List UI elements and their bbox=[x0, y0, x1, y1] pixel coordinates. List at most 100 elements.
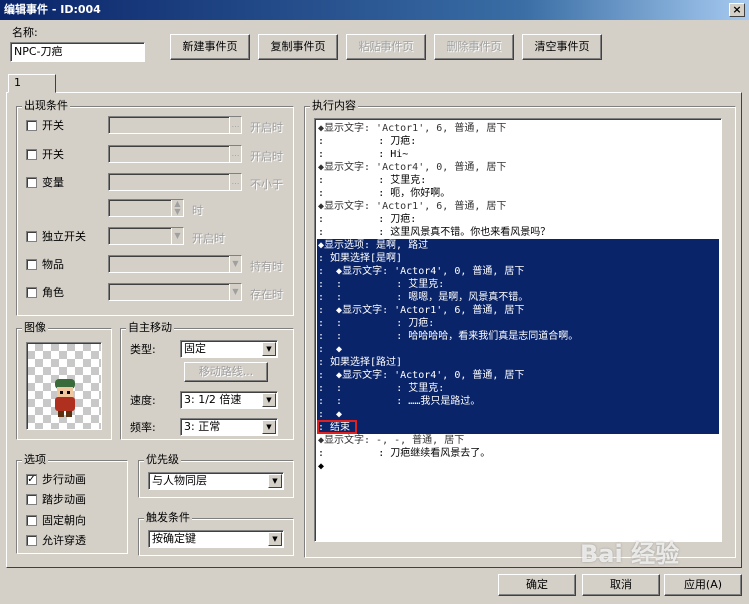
switch1-label: 开关 bbox=[42, 119, 64, 132]
watermark-logo: Bai 经验 bbox=[580, 540, 680, 568]
command-line[interactable]: : : : 哈哈哈哈，看来我们真是志同道合啊。 bbox=[318, 330, 718, 343]
cancel-button[interactable]: 取消 bbox=[582, 574, 660, 596]
ellipsis-icon: … bbox=[229, 117, 241, 133]
command-line[interactable]: : ◆显示文字: 'Actor4', 0, 普通, 居下 bbox=[318, 369, 718, 382]
trigger-title: 触发条件 bbox=[144, 511, 192, 524]
ok-button[interactable]: 确定 bbox=[498, 574, 576, 596]
switch2-checkbox[interactable] bbox=[26, 149, 37, 160]
apply-button[interactable]: 应用(A) bbox=[664, 574, 742, 596]
command-line[interactable]: : 如果选择[是啊] bbox=[318, 252, 718, 265]
name-input[interactable]: NPC-刀疤 bbox=[10, 42, 145, 62]
autonomous-title: 自主移动 bbox=[126, 321, 174, 334]
self-switch-suffix: 开启时 bbox=[192, 232, 225, 245]
frequency-value: 3: 正常 bbox=[184, 420, 221, 433]
chevron-down-icon: ▼ bbox=[262, 420, 276, 434]
spin-arrows-icon: ▲ ▼ bbox=[171, 200, 183, 216]
chevron-down-icon: ▼ bbox=[262, 342, 276, 356]
step-anim-checkbox[interactable] bbox=[26, 494, 37, 505]
command-line[interactable]: : ◆显示文字: 'Actor4', 0, 普通, 居下 bbox=[318, 265, 718, 278]
command-line[interactable]: : : : 艾里克: bbox=[318, 382, 718, 395]
switch2-suffix: 开启时 bbox=[250, 150, 283, 163]
command-line[interactable]: : : 刀疤: bbox=[318, 213, 718, 226]
execution-list[interactable]: ◆显示文字: 'Actor1', 6, 普通, 居下: : 刀疤:: : Hi~… bbox=[314, 118, 722, 542]
switch2-field[interactable]: … bbox=[108, 145, 242, 163]
variable-suffix: 不小于 bbox=[250, 178, 283, 191]
move-type-label: 类型: bbox=[130, 343, 156, 356]
trigger-select[interactable]: 按确定键 ▼ bbox=[148, 530, 284, 548]
tab-page-1[interactable]: 1 bbox=[8, 74, 56, 93]
command-line[interactable]: : : 刀疤: bbox=[318, 135, 718, 148]
command-line[interactable]: : ◆ bbox=[318, 343, 718, 356]
walk-anim-checkbox[interactable]: ✓ bbox=[26, 474, 37, 485]
actor-checkbox[interactable] bbox=[26, 287, 37, 298]
graphic-title: 图像 bbox=[22, 321, 48, 334]
frequency-select[interactable]: 3: 正常 ▼ bbox=[180, 418, 278, 436]
actor-select[interactable]: ▼ bbox=[108, 283, 242, 301]
clear-page-button[interactable]: 清空事件页 bbox=[522, 34, 602, 60]
ellipsis-icon: … bbox=[229, 174, 241, 190]
variable-unit: 时 bbox=[192, 204, 203, 217]
command-line[interactable]: ◆显示文字: 'Actor4', 0, 普通, 居下 bbox=[318, 161, 718, 174]
copy-page-button[interactable]: 复制事件页 bbox=[258, 34, 338, 60]
paste-page-button[interactable]: 粘贴事件页 bbox=[346, 34, 426, 60]
priority-title: 优先级 bbox=[144, 453, 181, 466]
options-title: 选项 bbox=[22, 453, 48, 466]
variable-field[interactable]: … bbox=[108, 173, 242, 191]
through-checkbox[interactable] bbox=[26, 535, 37, 546]
command-line[interactable]: : 结束 bbox=[318, 421, 718, 434]
new-page-button[interactable]: 新建事件页 bbox=[170, 34, 250, 60]
command-line[interactable]: ◆显示选项: 是啊, 路过 bbox=[318, 239, 718, 252]
command-line[interactable]: : : 这里风景真不错。你也来看风景吗？ bbox=[318, 226, 718, 239]
variable-value-spinner[interactable]: ▲ ▼ bbox=[108, 199, 184, 217]
priority-select[interactable]: 与人物同层 ▼ bbox=[148, 472, 284, 490]
move-route-button[interactable]: 移动路线... bbox=[184, 362, 268, 382]
chevron-down-icon: ▼ bbox=[262, 393, 276, 407]
character-graphic[interactable] bbox=[26, 342, 102, 430]
name-label: 名称: bbox=[12, 26, 38, 39]
trigger-value: 按确定键 bbox=[152, 532, 196, 545]
close-icon[interactable]: × bbox=[729, 3, 745, 17]
command-line[interactable]: : 如果选择[路过] bbox=[318, 356, 718, 369]
command-line[interactable]: ◆ bbox=[318, 460, 718, 473]
item-suffix: 持有时 bbox=[250, 260, 283, 273]
self-switch-checkbox[interactable] bbox=[26, 231, 37, 242]
switch1-checkbox[interactable] bbox=[26, 120, 37, 131]
command-line[interactable]: : : Hi~ bbox=[318, 148, 718, 161]
switch2-label: 开关 bbox=[42, 148, 64, 161]
switch1-field[interactable]: … bbox=[108, 116, 242, 134]
command-line[interactable]: : : : 艾里克: bbox=[318, 278, 718, 291]
actor-label: 角色 bbox=[42, 286, 64, 299]
command-line[interactable]: : : 呃，你好啊。 bbox=[318, 187, 718, 200]
command-line[interactable]: : ◆ bbox=[318, 408, 718, 421]
self-switch-select[interactable]: ▼ bbox=[108, 227, 184, 245]
variable-label: 变量 bbox=[42, 176, 64, 189]
speed-select[interactable]: 3: 1/2 倍速 ▼ bbox=[180, 391, 278, 409]
command-line[interactable]: : : : 刀疤: bbox=[318, 317, 718, 330]
command-line[interactable]: ◆显示文字: 'Actor1', 6, 普通, 居下 bbox=[318, 200, 718, 213]
variable-checkbox[interactable] bbox=[26, 177, 37, 188]
item-label: 物品 bbox=[42, 258, 64, 271]
speed-label: 速度: bbox=[130, 394, 156, 407]
item-select[interactable]: ▼ bbox=[108, 255, 242, 273]
tab-label: 1 bbox=[14, 76, 21, 89]
command-line[interactable]: ◆显示文字: -, -, 普通, 居下 bbox=[318, 434, 718, 447]
walk-anim-label: 步行动画 bbox=[42, 473, 86, 486]
end-marker-box bbox=[317, 420, 357, 434]
fixed-direction-checkbox[interactable] bbox=[26, 515, 37, 526]
chevron-down-icon: ▼ bbox=[229, 284, 241, 300]
switch1-suffix: 开启时 bbox=[250, 121, 283, 134]
command-line[interactable]: : : 刀疤继续看风景去了。 bbox=[318, 447, 718, 460]
delete-page-button[interactable]: 删除事件页 bbox=[434, 34, 514, 60]
character-sprite-icon bbox=[55, 379, 75, 417]
step-anim-label: 踏步动画 bbox=[42, 493, 86, 506]
frequency-label: 频率: bbox=[130, 421, 156, 434]
item-checkbox[interactable] bbox=[26, 259, 37, 270]
command-line[interactable]: : : : 嗯嗯，是啊，风景真不错。 bbox=[318, 291, 718, 304]
command-line[interactable]: : : 艾里克: bbox=[318, 174, 718, 187]
priority-value: 与人物同层 bbox=[152, 474, 207, 487]
command-line[interactable]: : : : ……我只是路过。 bbox=[318, 395, 718, 408]
command-line[interactable]: : ◆显示文字: 'Actor1', 6, 普通, 居下 bbox=[318, 304, 718, 317]
window-title: 编辑事件 - ID:004 bbox=[0, 0, 749, 20]
command-line[interactable]: ◆显示文字: 'Actor1', 6, 普通, 居下 bbox=[318, 122, 718, 135]
move-type-select[interactable]: 固定 ▼ bbox=[180, 340, 278, 358]
